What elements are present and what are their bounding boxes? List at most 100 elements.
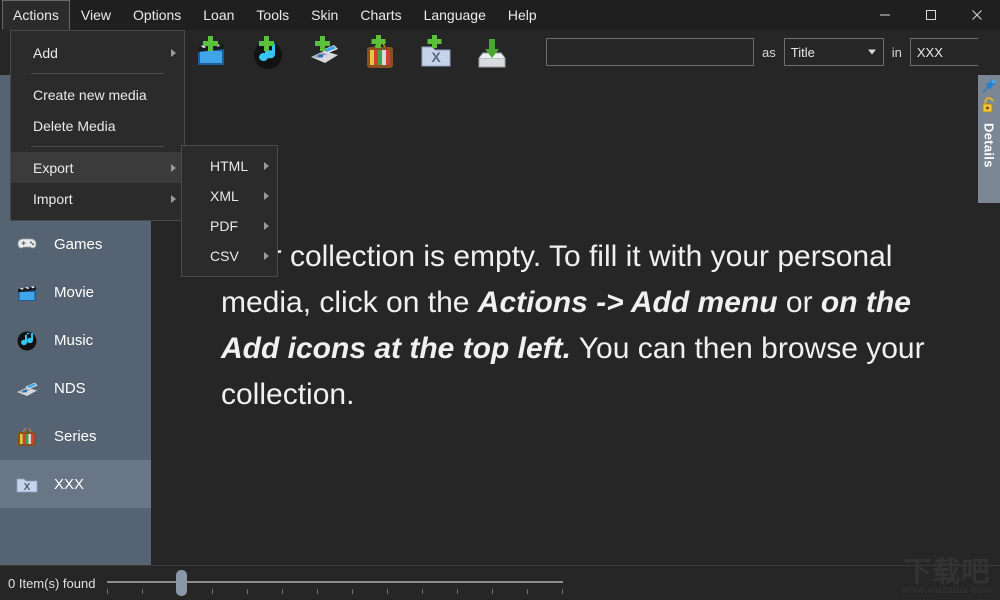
add-nds-icon[interactable] <box>304 33 344 73</box>
sidebar-item-xxx[interactable]: X XXX <box>0 460 151 508</box>
sidebar-item-music-label: Music <box>54 331 94 349</box>
sidebar-item-movie-label: Movie <box>54 283 95 301</box>
menu-skin[interactable]: Skin <box>300 0 349 30</box>
search-in-field[interactable]: XXX <box>909 38 986 66</box>
menu-item-export-label: Export <box>33 159 74 176</box>
add-series-glyph <box>367 35 393 68</box>
search-as-label: as <box>762 44 776 60</box>
menu-actions-label: Actions <box>13 7 59 23</box>
empty-msg-part-1: Actions -> Add menu <box>477 286 778 319</box>
menu-language[interactable]: Language <box>413 0 497 30</box>
sidebar-item-movie[interactable]: Movie <box>0 268 151 316</box>
menu-view[interactable]: View <box>70 0 122 30</box>
submenu-item-csv-label: CSV <box>210 248 239 264</box>
add-music-icon[interactable] <box>248 33 288 73</box>
lock-icon[interactable] <box>978 95 1000 117</box>
add-music-glyph <box>254 36 282 69</box>
toolbar-icon-group: X <box>192 33 512 73</box>
chevron-right-icon <box>171 48 176 57</box>
empty-msg-part-2: or <box>777 286 821 319</box>
music-disc-icon <box>14 327 40 353</box>
menu-actions[interactable]: Actions <box>2 0 70 30</box>
sidebar-item-games[interactable]: Games <box>0 220 151 268</box>
svg-text:X: X <box>431 49 441 65</box>
chevron-right-icon <box>171 194 176 203</box>
menu-loan-label: Loan <box>203 7 235 23</box>
menu-skin-label: Skin <box>311 7 339 23</box>
submenu-item-pdf[interactable]: PDF <box>182 211 277 241</box>
search-input[interactable] <box>546 38 754 66</box>
maximize-button[interactable] <box>908 0 954 30</box>
menu-options[interactable]: Options <box>122 0 192 30</box>
gamepad-icon <box>14 231 40 257</box>
menu-charts[interactable]: Charts <box>349 0 412 30</box>
search-field-dropdown[interactable]: Title <box>783 38 884 66</box>
nds-console-icon <box>14 375 40 401</box>
submenu-item-csv[interactable]: CSV <box>182 241 277 271</box>
titlebar-drag-area <box>548 0 862 30</box>
add-movie-icon[interactable] <box>192 33 232 73</box>
close-button[interactable] <box>954 0 1000 30</box>
sidebar-item-nds[interactable]: NDS <box>0 364 151 412</box>
menu-options-label: Options <box>133 7 182 23</box>
submenu-item-pdf-label: PDF <box>210 218 238 234</box>
zoom-slider[interactable] <box>107 568 564 598</box>
menu-view-label: View <box>80 7 112 23</box>
empty-collection-message: Your collection is empty. To fill it wit… <box>221 234 941 418</box>
menu-item-add[interactable]: Add <box>11 37 184 68</box>
search-in-label: in <box>891 44 902 60</box>
menu-help[interactable]: Help <box>497 0 548 30</box>
search-controls: as Title in XXX <box>546 38 986 66</box>
menubar: Actions View Options Loan Tools Skin Cha… <box>0 0 548 30</box>
menu-item-export[interactable]: Export <box>11 152 184 183</box>
details-panel-tab[interactable]: Details <box>978 75 1000 203</box>
window-controls <box>862 0 1000 30</box>
submenu-item-html[interactable]: HTML <box>182 151 277 181</box>
actions-dropdown-menu: Add Create new media Delete Media Export… <box>10 30 185 221</box>
menu-tools-label: Tools <box>256 7 290 23</box>
submenu-item-xml-label: XML <box>210 188 239 204</box>
menu-item-create-new-media-label: Create new media <box>33 86 147 103</box>
add-movie-glyph <box>198 36 224 65</box>
menu-charts-label: Charts <box>360 7 402 23</box>
chevron-down-icon <box>867 49 876 55</box>
submenu-item-xml[interactable]: XML <box>182 181 277 211</box>
application-window: Actions View Options Loan Tools Skin Cha… <box>0 0 1000 600</box>
pin-icon[interactable] <box>978 75 1000 97</box>
sidebar-item-series-label: Series <box>54 427 97 445</box>
sidebar-item-xxx-label: XXX <box>54 475 85 493</box>
menu-item-add-label: Add <box>33 44 58 61</box>
sidebar-item-series[interactable]: Series <box>0 412 151 460</box>
minimize-button[interactable] <box>862 0 908 30</box>
sidebar-item-music[interactable]: Music <box>0 316 151 364</box>
statusbar: 0 Item(s) found <box>0 565 1000 600</box>
zoom-slider-handle[interactable] <box>175 570 187 596</box>
clapperboard-icon <box>14 279 40 305</box>
chevron-right-icon <box>264 222 269 230</box>
menu-language-label: Language <box>423 7 486 23</box>
submenu-item-html-label: HTML <box>210 158 249 174</box>
television-icon <box>14 423 40 449</box>
menu-item-import[interactable]: Import <box>11 183 184 214</box>
svg-text:X: X <box>24 482 31 493</box>
chevron-right-icon <box>171 163 176 172</box>
add-xxx-icon[interactable]: X <box>416 33 456 73</box>
chevron-right-icon <box>264 162 269 170</box>
menu-separator <box>31 73 164 74</box>
details-strip-icons <box>978 75 1000 121</box>
menu-help-label: Help <box>507 7 537 23</box>
menu-item-import-label: Import <box>33 190 73 207</box>
add-series-icon[interactable] <box>360 33 400 73</box>
close-icon <box>972 10 982 20</box>
import-glyph <box>478 39 506 68</box>
add-nds-glyph <box>311 36 338 63</box>
sidebar-item-nds-label: NDS <box>54 379 86 397</box>
titlebar: Actions View Options Loan Tools Skin Cha… <box>0 0 1000 30</box>
minimize-icon <box>880 14 890 16</box>
menu-loan[interactable]: Loan <box>192 0 245 30</box>
menu-item-create-new-media[interactable]: Create new media <box>11 79 184 110</box>
menu-tools[interactable]: Tools <box>245 0 300 30</box>
chevron-right-icon <box>264 192 269 200</box>
import-icon[interactable] <box>472 33 512 73</box>
menu-item-delete-media[interactable]: Delete Media <box>11 110 184 141</box>
